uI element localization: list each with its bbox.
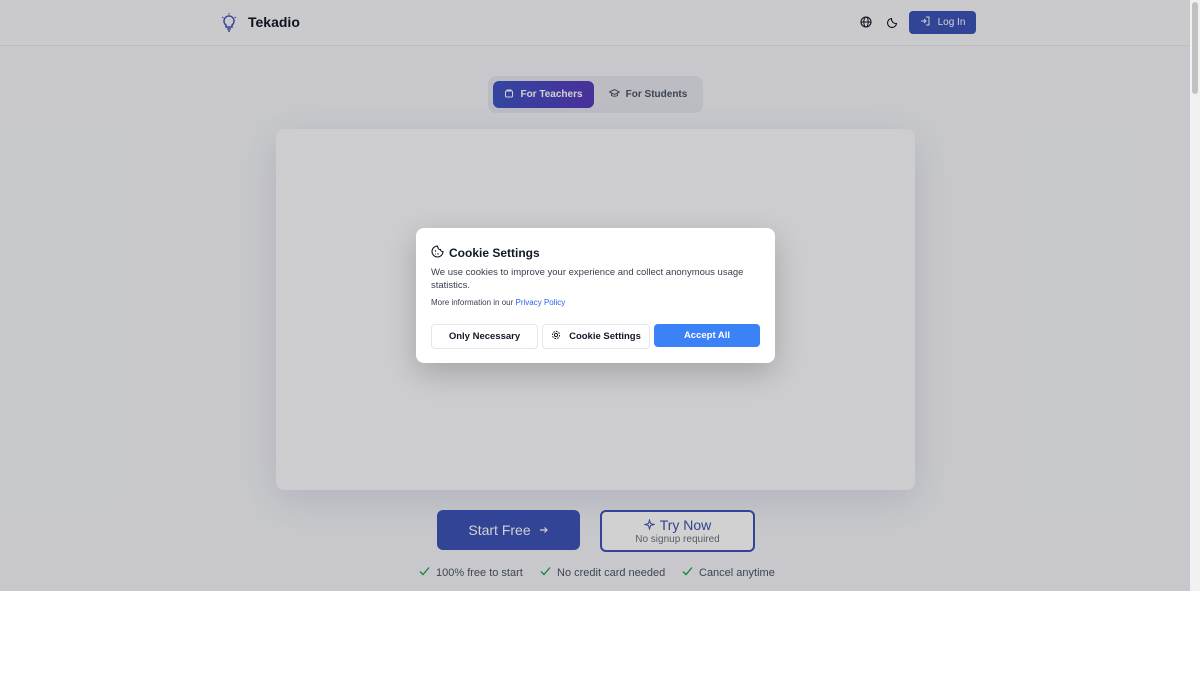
cookie-description: We use cookies to improve your experienc… [431,267,744,291]
gear-icon [551,330,561,343]
cookie-modal: Cookie Settings We use cookies to improv… [416,228,775,363]
cookie-title-text: Cookie Settings [449,246,540,260]
cookie-settings-button[interactable]: Cookie Settings [542,324,650,349]
privacy-policy-link[interactable]: Privacy Policy [516,298,566,307]
cookie-icon [431,245,444,261]
scrollbar-thumb[interactable] [1192,2,1198,94]
cookie-modal-title: Cookie Settings [431,245,540,261]
only-necessary-button[interactable]: Only Necessary [431,324,538,349]
accept-all-button[interactable]: Accept All [654,324,760,347]
cookie-more-info: More information in our Privacy Policy [431,298,565,307]
more-info-text: More information in our [431,298,514,307]
page-scrollbar[interactable] [1190,0,1200,591]
accept-all-label: Accept All [683,330,731,341]
cookie-settings-label: Cookie Settings [569,331,641,342]
only-necessary-label: Only Necessary [448,331,521,342]
